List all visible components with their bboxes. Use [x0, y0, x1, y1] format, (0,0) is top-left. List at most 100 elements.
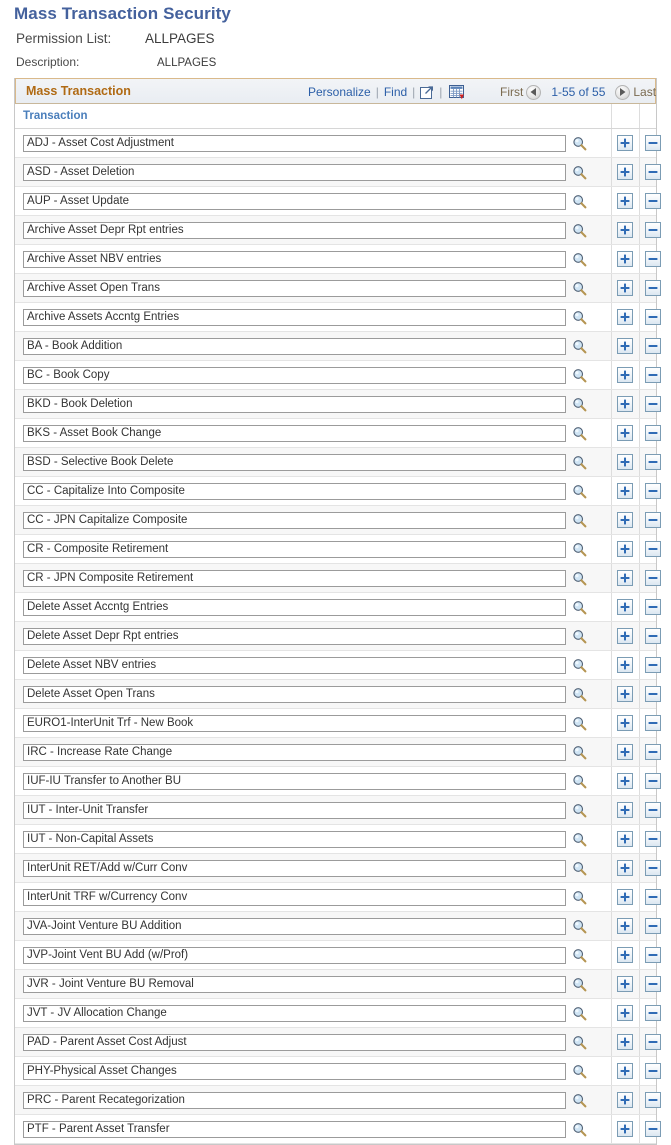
- lookup-magnifier-icon[interactable]: [572, 484, 587, 499]
- delete-row-button[interactable]: [645, 1034, 661, 1050]
- transaction-input[interactable]: [23, 888, 566, 906]
- add-row-button[interactable]: [617, 135, 633, 151]
- add-row-button[interactable]: [617, 802, 633, 818]
- add-row-button[interactable]: [617, 1063, 633, 1079]
- delete-row-button[interactable]: [645, 976, 661, 992]
- lookup-magnifier-icon[interactable]: [572, 861, 587, 876]
- delete-row-button[interactable]: [645, 860, 661, 876]
- add-row-button[interactable]: [617, 338, 633, 354]
- transaction-input[interactable]: [23, 192, 566, 210]
- transaction-input[interactable]: [23, 830, 566, 848]
- previous-page-arrow-icon[interactable]: [526, 84, 542, 100]
- delete-row-button[interactable]: [645, 744, 661, 760]
- lookup-magnifier-icon[interactable]: [572, 803, 587, 818]
- lookup-magnifier-icon[interactable]: [572, 774, 587, 789]
- delete-row-button[interactable]: [645, 425, 661, 441]
- lookup-magnifier-icon[interactable]: [572, 513, 587, 528]
- transaction-input[interactable]: [23, 366, 566, 384]
- page-range-label[interactable]: 1-55 of 55: [551, 85, 605, 99]
- delete-row-button[interactable]: [645, 802, 661, 818]
- transaction-input[interactable]: [23, 482, 566, 500]
- transaction-input[interactable]: [23, 279, 566, 297]
- lookup-magnifier-icon[interactable]: [572, 426, 587, 441]
- transaction-input[interactable]: [23, 1091, 566, 1109]
- transaction-input[interactable]: [23, 511, 566, 529]
- delete-row-button[interactable]: [645, 1063, 661, 1079]
- delete-row-button[interactable]: [645, 628, 661, 644]
- add-row-button[interactable]: [617, 831, 633, 847]
- transaction-input[interactable]: [23, 569, 566, 587]
- add-row-button[interactable]: [617, 715, 633, 731]
- transaction-input[interactable]: [23, 801, 566, 819]
- add-row-button[interactable]: [617, 483, 633, 499]
- transaction-input[interactable]: [23, 975, 566, 993]
- personalize-link[interactable]: Personalize: [308, 85, 371, 99]
- find-link[interactable]: Find: [384, 85, 407, 99]
- delete-row-button[interactable]: [645, 918, 661, 934]
- lookup-magnifier-icon[interactable]: [572, 339, 587, 354]
- lookup-magnifier-icon[interactable]: [572, 310, 587, 325]
- delete-row-button[interactable]: [645, 889, 661, 905]
- lookup-magnifier-icon[interactable]: [572, 368, 587, 383]
- lookup-magnifier-icon[interactable]: [572, 658, 587, 673]
- delete-row-button[interactable]: [645, 309, 661, 325]
- last-page-label[interactable]: Last: [633, 85, 656, 99]
- lookup-magnifier-icon[interactable]: [572, 397, 587, 412]
- add-row-button[interactable]: [617, 918, 633, 934]
- add-row-button[interactable]: [617, 280, 633, 296]
- delete-row-button[interactable]: [645, 164, 661, 180]
- delete-row-button[interactable]: [645, 657, 661, 673]
- lookup-magnifier-icon[interactable]: [572, 832, 587, 847]
- expand-grid-icon[interactable]: [420, 85, 434, 99]
- add-row-button[interactable]: [617, 309, 633, 325]
- add-row-button[interactable]: [617, 367, 633, 383]
- add-row-button[interactable]: [617, 628, 633, 644]
- lookup-magnifier-icon[interactable]: [572, 223, 587, 238]
- delete-row-button[interactable]: [645, 193, 661, 209]
- delete-row-button[interactable]: [645, 947, 661, 963]
- transaction-input[interactable]: [23, 540, 566, 558]
- add-row-button[interactable]: [617, 599, 633, 615]
- transaction-input[interactable]: [23, 163, 566, 181]
- lookup-magnifier-icon[interactable]: [572, 165, 587, 180]
- lookup-magnifier-icon[interactable]: [572, 252, 587, 267]
- add-row-button[interactable]: [617, 686, 633, 702]
- delete-row-button[interactable]: [645, 1092, 661, 1108]
- delete-row-button[interactable]: [645, 1005, 661, 1021]
- transaction-input[interactable]: [23, 772, 566, 790]
- lookup-magnifier-icon[interactable]: [572, 687, 587, 702]
- transaction-input[interactable]: [23, 337, 566, 355]
- add-row-button[interactable]: [617, 976, 633, 992]
- delete-row-button[interactable]: [645, 512, 661, 528]
- add-row-button[interactable]: [617, 541, 633, 557]
- delete-row-button[interactable]: [645, 222, 661, 238]
- lookup-magnifier-icon[interactable]: [572, 1122, 587, 1137]
- transaction-input[interactable]: [23, 1120, 566, 1138]
- transaction-input[interactable]: [23, 917, 566, 935]
- delete-row-button[interactable]: [645, 251, 661, 267]
- add-row-button[interactable]: [617, 454, 633, 470]
- transaction-input[interactable]: [23, 1033, 566, 1051]
- lookup-magnifier-icon[interactable]: [572, 194, 587, 209]
- lookup-magnifier-icon[interactable]: [572, 455, 587, 470]
- add-row-button[interactable]: [617, 396, 633, 412]
- add-row-button[interactable]: [617, 773, 633, 789]
- transaction-input[interactable]: [23, 946, 566, 964]
- transaction-input[interactable]: [23, 221, 566, 239]
- add-row-button[interactable]: [617, 251, 633, 267]
- delete-row-button[interactable]: [645, 599, 661, 615]
- add-row-button[interactable]: [617, 193, 633, 209]
- add-row-button[interactable]: [617, 425, 633, 441]
- lookup-magnifier-icon[interactable]: [572, 1093, 587, 1108]
- transaction-input[interactable]: [23, 743, 566, 761]
- delete-row-button[interactable]: [645, 280, 661, 296]
- transaction-input[interactable]: [23, 424, 566, 442]
- add-row-button[interactable]: [617, 1121, 633, 1137]
- delete-row-button[interactable]: [645, 715, 661, 731]
- transaction-input[interactable]: [23, 1062, 566, 1080]
- transaction-input[interactable]: [23, 627, 566, 645]
- delete-row-button[interactable]: [645, 541, 661, 557]
- add-row-button[interactable]: [617, 744, 633, 760]
- delete-row-button[interactable]: [645, 686, 661, 702]
- add-row-button[interactable]: [617, 657, 633, 673]
